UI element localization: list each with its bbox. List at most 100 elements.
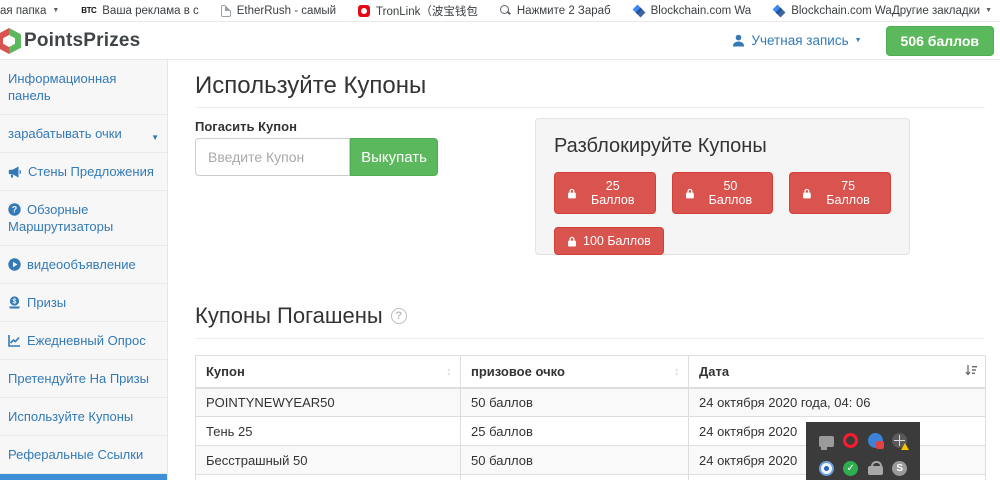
- bookmark-label: Blockchain.com Wa: [651, 5, 752, 17]
- redeem-button[interactable]: Выкупать: [350, 138, 438, 176]
- unlock-button-label: 25 Баллов: [583, 179, 643, 207]
- chart-line-icon: [8, 334, 21, 347]
- sidebar-item-label: зарабатывать очки: [8, 126, 122, 141]
- bookmark-item[interactable]: EtherRush - самый: [221, 5, 336, 17]
- sort-icon: ↕: [446, 364, 452, 378]
- sidebar-item-video-ads[interactable]: видеообъявление: [0, 246, 167, 284]
- tray-monitor-icon[interactable]: [819, 436, 834, 447]
- column-header-coupon[interactable]: Купон ↕: [196, 356, 461, 388]
- tray-media-player-icon[interactable]: [819, 461, 834, 476]
- column-header-points[interactable]: призовое очко ↕: [461, 356, 689, 388]
- tray-security-warning-icon[interactable]: [892, 433, 907, 448]
- unlock-panel-title: Разблокируйте Купоны: [554, 135, 891, 158]
- lock-icon: [567, 188, 577, 199]
- bookmark-label: EtherRush - самый: [237, 5, 336, 17]
- redeem-coupon-form: Выкупать: [195, 138, 438, 176]
- svg-text:$: $: [13, 299, 17, 306]
- cell-points: 50 баллов: [461, 388, 689, 417]
- sidebar-item-claim-prizes[interactable]: Претендуйте На Призы: [0, 360, 167, 398]
- document-icon: [221, 5, 231, 17]
- bookmark-folder-label: ая папка: [0, 5, 46, 17]
- chevron-down-icon: ▼: [52, 7, 59, 14]
- coupon-input[interactable]: [195, 138, 350, 176]
- tronlink-icon: [358, 5, 370, 17]
- play-circle-icon: [8, 258, 21, 271]
- redeem-coupon-label: Погасить Купон: [195, 119, 297, 134]
- pointsprizes-hexagon-icon: [0, 26, 24, 56]
- user-icon: [732, 34, 745, 47]
- sidebar-item-label: Реферальные Ссылки: [8, 447, 143, 462]
- sidebar: Информационная панель зарабатывать очки …: [0, 60, 168, 480]
- sidebar-item-label: Информационная панель: [8, 71, 116, 103]
- sidebar-item-label: видеообъявление: [27, 257, 136, 272]
- sidebar-item-label: Стены Предложения: [28, 164, 154, 179]
- column-label: призовое очко: [471, 364, 565, 379]
- column-header-date[interactable]: Дата: [689, 356, 986, 388]
- bookmark-folder[interactable]: ая папка ▼: [0, 5, 59, 17]
- bookmark-item[interactable]: TronLink（波宝钱包: [358, 3, 478, 19]
- help-icon[interactable]: ?: [391, 308, 407, 324]
- bookmarks-list: ая папка ▼ BTC Ваша реклама в с EtherRus…: [0, 3, 892, 19]
- tray-app-icon[interactable]: [868, 433, 883, 448]
- sidebar-item-use-coupons[interactable]: Используйте Купоны: [0, 398, 167, 436]
- header-right: Учетная запись ▼ 506 баллов: [732, 26, 994, 56]
- bookmark-item[interactable]: BTC Ваша реклама в с: [81, 5, 198, 17]
- sidebar-item-offer-walls[interactable]: Стены Предложения: [0, 153, 167, 191]
- unlock-75-points-button[interactable]: 75 Баллов: [789, 172, 891, 214]
- sidebar-item-referral-links[interactable]: Реферальные Ссылки: [0, 436, 167, 474]
- unlock-button-label: 100 Баллов: [583, 234, 651, 248]
- sidebar-item-label: Обзорные Маршрутизаторы: [8, 202, 113, 234]
- bookmark-item[interactable]: Blockchain.com Wa: [773, 5, 892, 17]
- brand-logo[interactable]: PointsPrizes: [0, 26, 140, 56]
- tray-antivirus-check-icon[interactable]: ✓: [843, 461, 858, 476]
- account-menu[interactable]: Учетная запись ▼: [732, 33, 861, 48]
- lock-icon: [802, 188, 812, 199]
- unlock-25-points-button[interactable]: 25 Баллов: [554, 172, 656, 214]
- points-balance-badge[interactable]: 506 баллов: [886, 26, 994, 56]
- cell-points: 25 баллов: [461, 417, 689, 446]
- site-header: PointsPrizes Учетная запись ▼ 506 баллов: [0, 22, 1000, 60]
- other-bookmarks-button[interactable]: Другие закладки ▼: [892, 5, 992, 17]
- unlock-button-label: 50 Баллов: [701, 179, 761, 207]
- sidebar-account-notification[interactable]: fo*****@gmail.com Offer Bonus Points: [0, 474, 167, 480]
- divider: [195, 107, 985, 108]
- question-circle-icon: ?: [8, 203, 21, 216]
- page-title: Используйте Купоны: [195, 72, 426, 100]
- chevron-down-icon: ▼: [855, 37, 862, 44]
- sidebar-item-dashboard[interactable]: Информационная панель: [0, 60, 167, 115]
- column-label: Купон: [206, 364, 245, 379]
- bookmark-item[interactable]: Нажмите 2 Зараб: [500, 5, 611, 17]
- main-content: Используйте Купоны Погасить Купон Выкупа…: [168, 60, 1000, 480]
- lock-icon: [685, 188, 695, 199]
- blockchain-icon: [633, 5, 645, 17]
- cell-coupon: POINTYNEWYEAR50: [196, 388, 461, 417]
- bookmark-item[interactable]: Blockchain.com Wa: [633, 5, 752, 17]
- sidebar-item-prizes[interactable]: $ Призы: [0, 284, 167, 322]
- cell-coupon: Бесстрашный 50: [196, 446, 461, 475]
- column-label: Дата: [699, 364, 729, 379]
- unlock-button-label: 75 Баллов: [818, 179, 878, 207]
- unlock-coupons-panel: Разблокируйте Купоны 25 Баллов 50 Баллов…: [535, 118, 910, 255]
- unlock-100-points-button[interactable]: 100 Баллов: [554, 227, 664, 255]
- chevron-down-icon: ▼: [985, 7, 992, 14]
- tray-opera-icon[interactable]: [843, 433, 858, 448]
- unlock-50-points-button[interactable]: 50 Баллов: [672, 172, 774, 214]
- tray-lock-icon[interactable]: [868, 466, 883, 475]
- brand-name: PointsPrizes: [24, 30, 140, 52]
- sidebar-item-label: Ежедневный Опрос: [27, 333, 146, 348]
- system-tray-popup: ✓ S: [806, 422, 920, 480]
- lock-icon: [567, 236, 577, 247]
- bookmark-label: Ваша реклама в с: [102, 5, 199, 17]
- bookmark-label: Нажмите 2 Зараб: [517, 5, 611, 17]
- cell-coupon: Тень 25: [196, 417, 461, 446]
- sidebar-item-daily-poll[interactable]: Ежедневный Опрос: [0, 322, 167, 360]
- sidebar-item-earn-points[interactable]: зарабатывать очки ▼: [0, 115, 167, 153]
- account-label: Учетная запись: [751, 33, 848, 48]
- tray-skype-icon[interactable]: S: [892, 461, 907, 476]
- sort-descending-icon: [965, 364, 977, 380]
- sidebar-item-survey-routers[interactable]: ? Обзорные Маршрутизаторы: [0, 191, 167, 246]
- bookmark-label: Blockchain.com Wa: [791, 5, 892, 17]
- sidebar-item-label: Используйте Купоны: [8, 409, 133, 424]
- other-bookmarks-label: Другие закладки: [892, 5, 980, 17]
- cell-date: 24 октября 2020 года, 04: 06: [689, 388, 986, 417]
